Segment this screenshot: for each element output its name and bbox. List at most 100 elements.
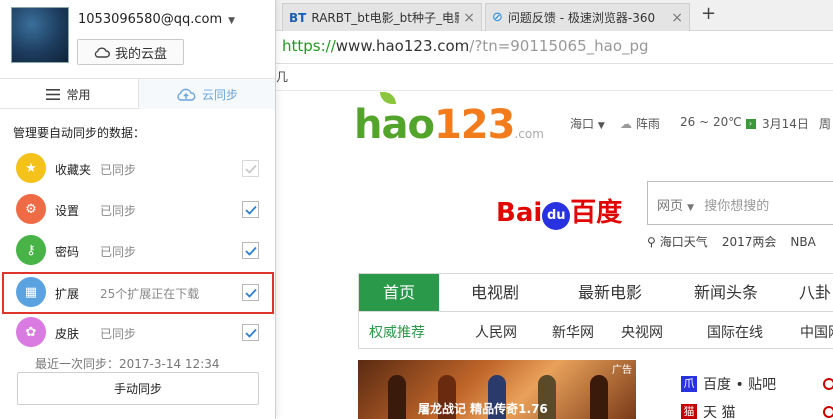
tmall-icon: 猫 — [681, 404, 697, 419]
date-text: 3月14日 — [762, 117, 809, 131]
tab-bar: BT RARBT_bt电影_bt种子_电影 × ⊘ 问题反馈 - 极速浏览器-3… — [276, 0, 833, 31]
hot-search-list: ⚲ 海口天气 2017两会 NBA — [647, 233, 830, 250]
game-caption: 屠龙战记 精品传奇1.76 — [418, 402, 548, 416]
settings-checkbox[interactable] — [242, 201, 259, 218]
logo-number: 123 — [433, 102, 515, 148]
url-host: www.hao123.com — [335, 37, 470, 55]
search-type-dropdown[interactable]: 网页 — [657, 199, 683, 214]
last-sync-time: 最近一次同步：2017-3-14 12:34 — [35, 357, 220, 371]
checkmark-icon — [244, 328, 257, 338]
favorites-checkbox — [242, 160, 259, 177]
browser-tab[interactable]: ⊘ 问题反馈 - 极速浏览器-360 × — [485, 3, 690, 31]
content-nav-tabs: 首页 电视剧 最新电影 新闻头条 八卦 — [358, 273, 833, 312]
sync-item-passwords[interactable]: ⚷ 密码 已同步 — [0, 231, 275, 271]
baidu-tieba-icon: 爪 — [681, 376, 697, 392]
tab-movies[interactable]: 最新电影 — [555, 274, 665, 312]
new-tab-button[interactable]: + — [701, 3, 716, 24]
sync-item-settings[interactable]: ⚙ 设置 已同步 — [0, 190, 275, 230]
tab-gossip[interactable]: 八卦 — [785, 274, 833, 312]
sync-item-skins[interactable]: ✿ 皮肤 已同步 — [0, 313, 275, 353]
chevron-down-icon: ▼ — [597, 121, 605, 131]
baidu-paw-icon: du — [542, 202, 571, 230]
tab-common-label: 常用 — [66, 87, 91, 102]
baidu-logo-left: Bai — [496, 198, 543, 228]
baidu-logo-right: 百度 — [570, 198, 623, 228]
baidu-logo[interactable]: Bai du 百度 — [496, 192, 622, 230]
weekday-text: 周 — [819, 117, 832, 131]
site-link[interactable]: 国际在线 — [707, 322, 763, 342]
bt-site-icon: BT — [289, 10, 307, 25]
cloud-rain-icon: ☁ — [620, 117, 632, 131]
sync-item-label: 皮肤 — [55, 327, 80, 341]
browser-tab[interactable]: BT RARBT_bt电影_bt种子_电影 × — [282, 3, 482, 31]
tab-cloud-sync-label: 云同步 — [201, 87, 238, 102]
my-cloud-button[interactable]: 我的云盘 — [77, 39, 184, 65]
browser-360-icon: ⊘ — [492, 10, 503, 25]
temperature: 26 ~ 20℃ › — [680, 115, 756, 129]
web-page: hao123.com 海口 ▼ ☁ 阵雨 26 ~ 20℃ › 3月14日 周 … — [276, 92, 833, 419]
tab-title: 问题反馈 - 极速浏览器-360 — [507, 11, 656, 25]
tab-common[interactable]: 常用 — [0, 79, 137, 109]
chevron-down-icon: ▼ — [687, 203, 695, 213]
checkmark-icon — [244, 164, 257, 174]
site-row[interactable]: 猫 天 猫 — [681, 398, 833, 419]
address-bar[interactable]: https://www.hao123.com/?tn=90115065_hao_… — [276, 31, 833, 64]
avatar[interactable] — [11, 7, 69, 63]
checkmark-icon — [244, 246, 257, 256]
checkmark-icon — [244, 205, 257, 215]
weather-text: 阵雨 — [635, 117, 660, 131]
weibo-icon[interactable] — [823, 406, 833, 418]
tab-cloud-sync[interactable]: 云同步 — [138, 79, 275, 109]
url-query: /?tn=90115065_hao_pg — [469, 37, 649, 55]
location-selector[interactable]: 海口 ▼ — [570, 115, 605, 132]
close-tab-icon[interactable]: × — [671, 10, 683, 26]
bookmark-bar: 几 — [276, 64, 833, 91]
cloud-sync-panel: 1053096580@qq.com ▼ 我的云盘 常用 云同步 管理要自动同步的数… — [0, 0, 276, 419]
site-name: 天 猫 — [703, 405, 736, 419]
hot-word[interactable]: 2017两会 — [722, 235, 777, 249]
weather-widget[interactable]: ☁ 阵雨 — [620, 115, 660, 132]
bookmark-item[interactable]: 几 — [276, 68, 288, 85]
skins-checkbox[interactable] — [242, 324, 259, 341]
sync-item-favorites[interactable]: ★ 收藏夹 已同步 — [0, 149, 275, 189]
close-tab-icon[interactable]: × — [463, 10, 475, 26]
url-scheme: https:// — [282, 37, 336, 55]
sync-item-label: 设置 — [55, 204, 80, 218]
weather-arrow-icon[interactable]: › — [745, 119, 756, 129]
search-icon: ⚲ — [647, 235, 656, 249]
sync-status: 已同步 — [100, 163, 137, 177]
tab-news[interactable]: 新闻头条 — [671, 274, 781, 312]
game-ad-banner[interactable]: 广告 屠龙战记 精品传奇1.76 — [358, 360, 636, 419]
sync-section-heading: 管理要自动同步的数据： — [13, 126, 146, 140]
search-input[interactable]: 网页 ▼ 搜你想搜的 — [647, 181, 833, 225]
panel-tabs: 常用 云同步 — [0, 78, 275, 109]
weibo-icon[interactable] — [823, 378, 833, 390]
cloud-icon — [94, 47, 110, 58]
tab-tv[interactable]: 电视剧 — [445, 274, 545, 312]
account-name[interactable]: 1053096580@qq.com ▼ — [78, 12, 235, 27]
game-character — [388, 375, 406, 419]
site-link[interactable]: 人民网 — [475, 322, 517, 342]
tab-title: RARBT_bt电影_bt种子_电影 — [311, 11, 460, 25]
account-email: 1053096580@qq.com — [78, 12, 223, 27]
search-placeholder: 搜你想搜的 — [704, 199, 770, 214]
site-link[interactable]: 新华网 — [552, 322, 594, 342]
gear-icon: ⚙ — [16, 194, 46, 224]
hot-word[interactable]: 海口天气 — [660, 235, 708, 249]
recommended-label: 权威推荐 — [369, 325, 425, 341]
sync-item-label: 密码 — [55, 245, 80, 259]
tab-home[interactable]: 首页 — [359, 274, 439, 312]
site-link[interactable]: 央视网 — [621, 322, 663, 342]
site-list: 爪 百度 • 贴吧 猫 天 猫 — [681, 370, 833, 419]
site-row[interactable]: 爪 百度 • 贴吧 — [681, 370, 833, 398]
shirt-icon: ✿ — [16, 317, 46, 347]
key-icon: ⚷ — [16, 235, 46, 265]
hao123-logo[interactable]: hao123.com — [354, 102, 544, 148]
passwords-checkbox[interactable] — [242, 242, 259, 259]
weekday-display: 周 — [819, 115, 831, 132]
site-link[interactable]: 中国网 — [800, 322, 833, 342]
hot-word[interactable]: NBA — [790, 235, 815, 249]
sync-item-label: 收藏夹 — [55, 163, 92, 177]
manual-sync-button[interactable]: 手动同步 — [17, 372, 259, 405]
temperature-text: 26 ~ 20℃ — [680, 115, 742, 129]
